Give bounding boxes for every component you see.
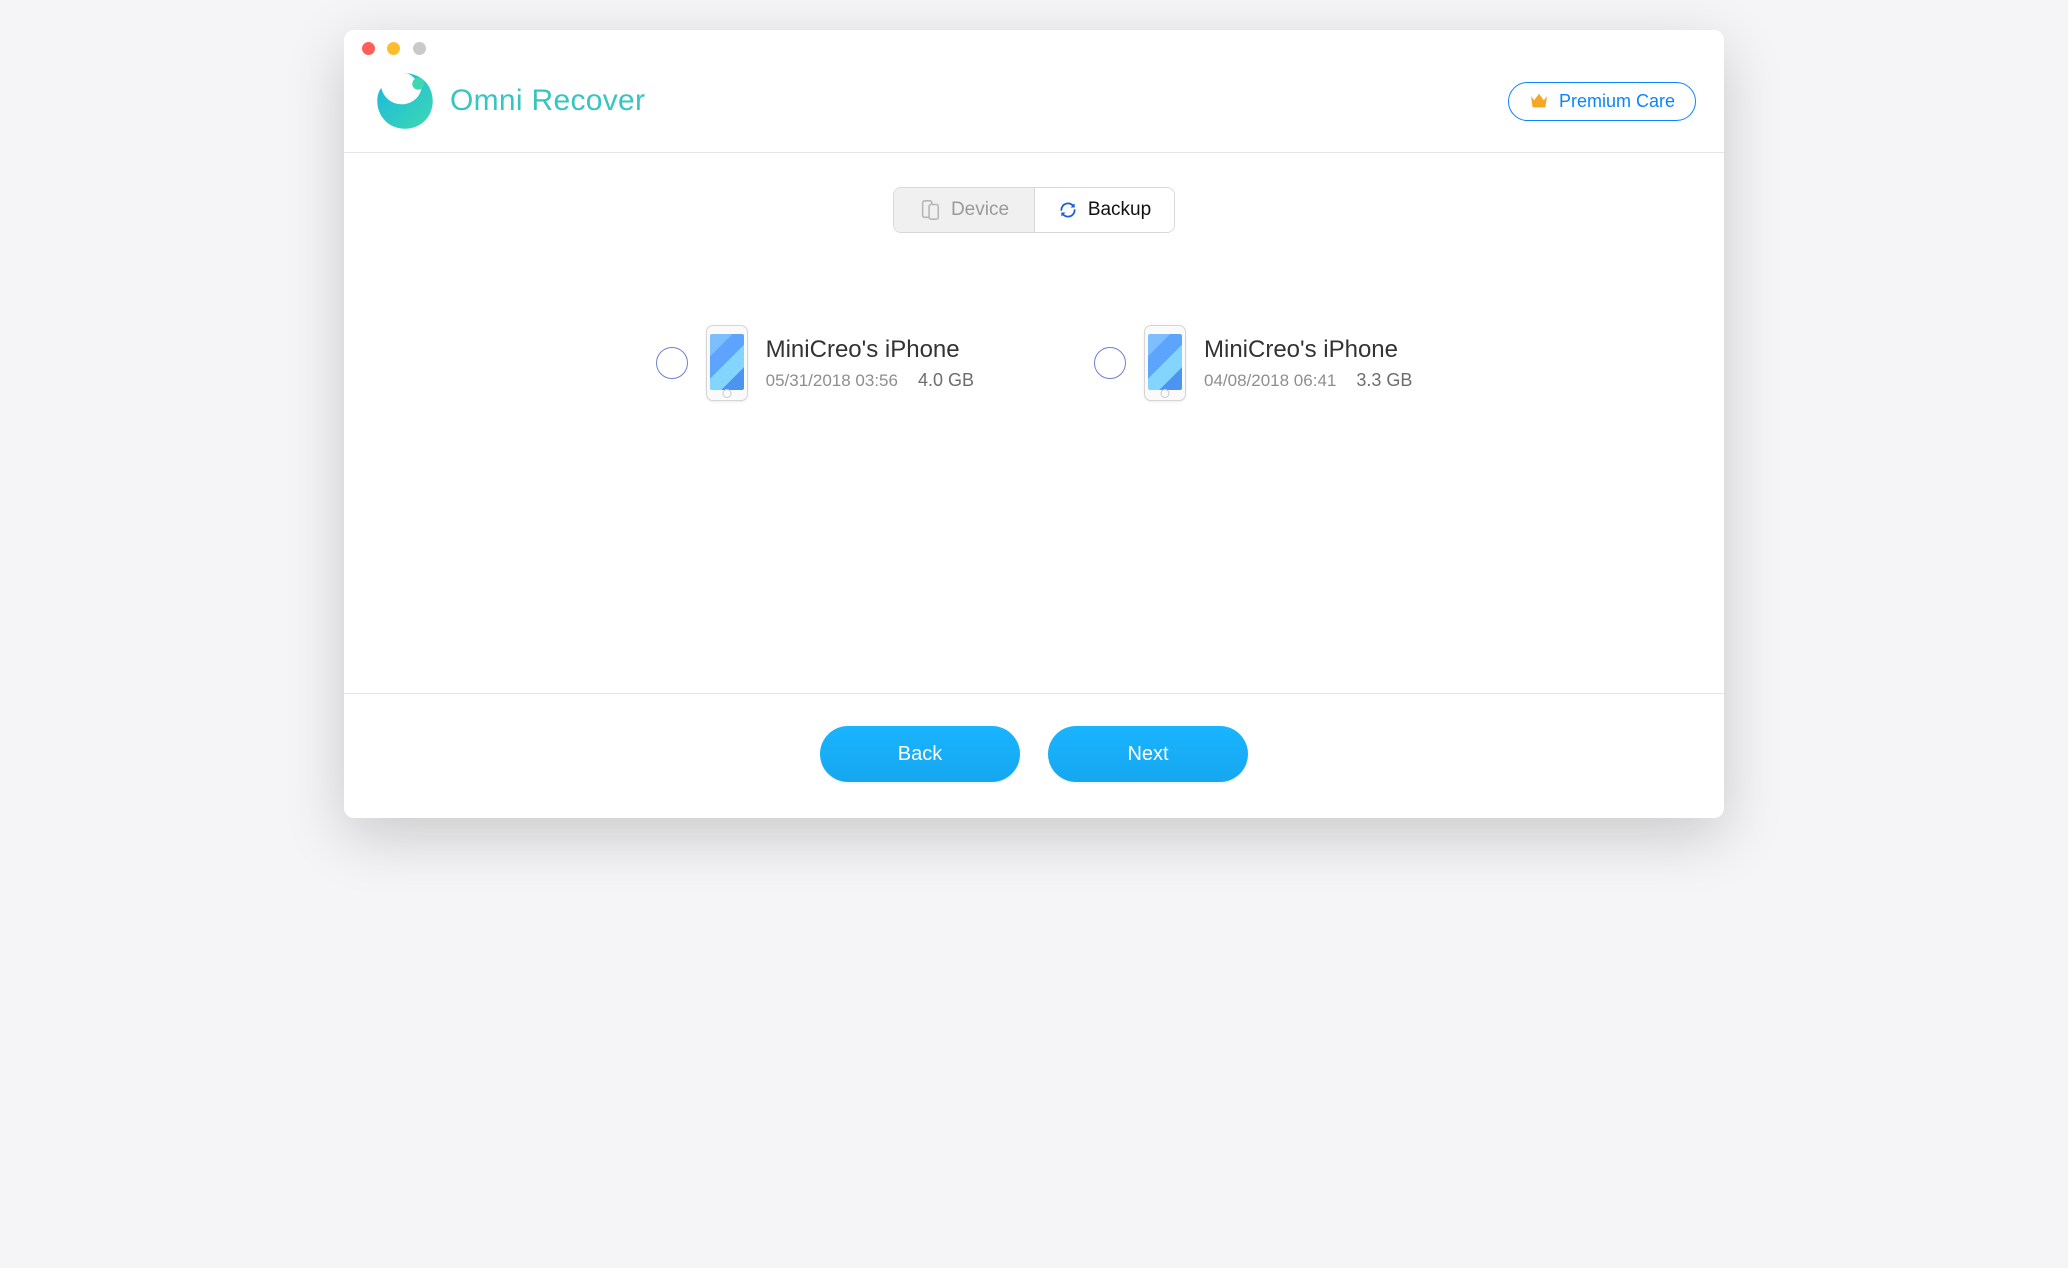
premium-care-button[interactable]: Premium Care — [1508, 82, 1696, 121]
main-content: Device Backup MiniCreo — [344, 153, 1724, 693]
tab-backup-label: Backup — [1088, 199, 1151, 221]
backup-size: 4.0 GB — [918, 370, 974, 391]
backup-item[interactable]: MiniCreo's iPhone 04/08/2018 06:41 3.3 G… — [1094, 325, 1412, 401]
backup-radio[interactable] — [656, 347, 688, 379]
refresh-icon — [1058, 200, 1078, 220]
next-button[interactable]: Next — [1048, 726, 1248, 782]
device-icon — [919, 199, 941, 221]
tab-device[interactable]: Device — [894, 188, 1034, 232]
app-brand: Omni Recover — [372, 68, 645, 134]
backup-size: 3.3 GB — [1356, 370, 1412, 391]
window-zoom-button[interactable] — [413, 42, 426, 55]
backup-info: MiniCreo's iPhone 05/31/2018 03:56 4.0 G… — [766, 336, 974, 391]
footer-actions: Back Next — [344, 693, 1724, 818]
backup-item[interactable]: MiniCreo's iPhone 05/31/2018 03:56 4.0 G… — [656, 325, 974, 401]
app-logo-icon — [372, 68, 438, 134]
app-header: Omni Recover Premium Care — [344, 64, 1724, 153]
window-close-button[interactable] — [362, 42, 375, 55]
backup-name: MiniCreo's iPhone — [1204, 336, 1412, 364]
premium-care-label: Premium Care — [1559, 91, 1675, 112]
crown-icon — [1529, 93, 1549, 109]
tab-backup[interactable]: Backup — [1034, 188, 1174, 232]
backup-name: MiniCreo's iPhone — [766, 336, 974, 364]
phone-icon — [706, 325, 748, 401]
source-segment: Device Backup — [344, 153, 1724, 233]
phone-icon — [1144, 325, 1186, 401]
back-button-label: Back — [898, 743, 942, 765]
back-button[interactable]: Back — [820, 726, 1020, 782]
backup-list: MiniCreo's iPhone 05/31/2018 03:56 4.0 G… — [344, 233, 1724, 441]
backup-radio[interactable] — [1094, 347, 1126, 379]
backup-info: MiniCreo's iPhone 04/08/2018 06:41 3.3 G… — [1204, 336, 1412, 391]
tab-device-label: Device — [951, 199, 1009, 221]
next-button-label: Next — [1127, 743, 1168, 765]
mac-titlebar — [344, 30, 1724, 64]
backup-date: 04/08/2018 06:41 — [1204, 371, 1336, 391]
window-minimize-button[interactable] — [387, 42, 400, 55]
app-title: Omni Recover — [450, 84, 645, 118]
app-window: Omni Recover Premium Care — [344, 30, 1724, 818]
backup-date: 05/31/2018 03:56 — [766, 371, 898, 391]
